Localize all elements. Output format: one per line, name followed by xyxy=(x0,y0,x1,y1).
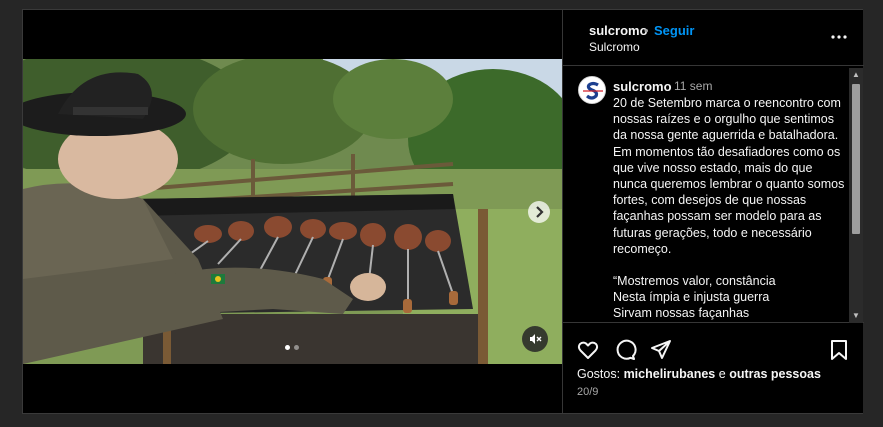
post-side-panel: sulcromo • Seguir Sulcromo sulcromo 11 s… xyxy=(562,10,864,413)
media-panel xyxy=(23,10,562,413)
scrollbar-thumb[interactable] xyxy=(852,84,860,234)
chevron-right-icon xyxy=(536,206,544,218)
caption-scrollbar[interactable]: ▲ ▼ xyxy=(849,68,863,323)
comment-icon[interactable] xyxy=(613,338,637,362)
post-header: sulcromo • Seguir Sulcromo xyxy=(563,10,864,66)
post-date[interactable]: 20/9 xyxy=(577,386,598,398)
share-icon[interactable] xyxy=(649,338,673,362)
caption-timestamp[interactable]: 11 sem xyxy=(674,79,712,93)
caption-username[interactable]: sulcromo xyxy=(613,79,672,94)
mute-toggle-button[interactable] xyxy=(522,326,548,352)
follow-button[interactable]: Seguir xyxy=(654,23,694,38)
likes-others-link[interactable]: outras pessoas xyxy=(729,367,821,381)
post-actions: Gostos: michelirubanes e outras pessoas … xyxy=(563,324,864,413)
author-username[interactable]: sulcromo xyxy=(589,23,648,38)
more-horizontal-icon[interactable] xyxy=(830,28,848,46)
bookmark-icon[interactable] xyxy=(827,338,851,362)
scroll-down-arrow-icon[interactable]: ▼ xyxy=(849,309,863,323)
likes-connector: e xyxy=(718,367,726,381)
barbecue-scene-image xyxy=(23,59,562,364)
caption-text: 20 de Setembro marca o reencontro com no… xyxy=(613,95,849,322)
carousel-dot xyxy=(285,345,290,350)
post-dialog: sulcromo • Seguir Sulcromo sulcromo 11 s… xyxy=(22,9,864,414)
caption-paragraph: “Mostremos valor, constância Nesta ímpia… xyxy=(613,274,776,321)
likes-label: Gostos: xyxy=(577,367,621,381)
carousel-dot xyxy=(294,345,299,350)
caption-area: sulcromo 11 sem 20 de Setembro marca o r… xyxy=(563,67,864,323)
likes-summary: Gostos: michelirubanes e outras pessoas xyxy=(577,367,821,381)
avatar[interactable] xyxy=(578,76,606,104)
header-separator: • xyxy=(644,23,649,38)
speaker-muted-icon xyxy=(530,334,542,344)
post-video[interactable] xyxy=(23,59,562,364)
scroll-up-arrow-icon[interactable]: ▲ xyxy=(849,68,863,82)
liker-username[interactable]: michelirubanes xyxy=(624,367,716,381)
caption-paragraph: 20 de Setembro marca o reencontro com no… xyxy=(613,96,845,256)
heart-icon[interactable] xyxy=(576,338,600,362)
author-subtitle: Sulcromo xyxy=(589,40,640,54)
sulcromo-logo-icon xyxy=(579,77,605,103)
next-media-button[interactable] xyxy=(528,201,550,223)
carousel-indicator xyxy=(285,345,299,350)
